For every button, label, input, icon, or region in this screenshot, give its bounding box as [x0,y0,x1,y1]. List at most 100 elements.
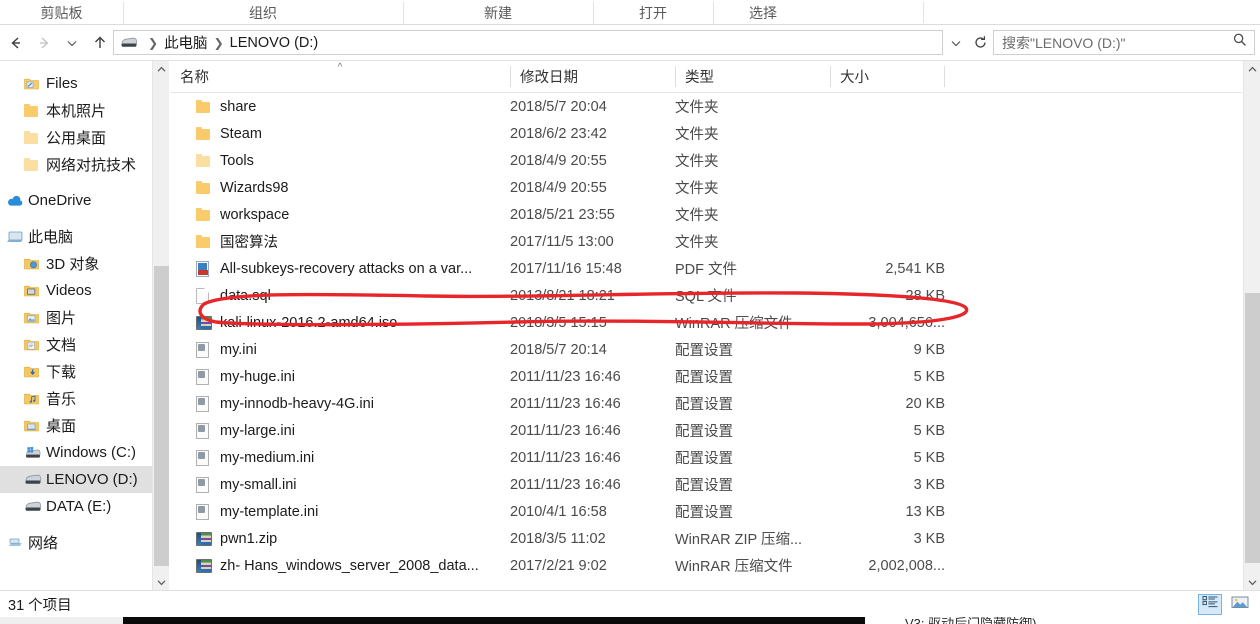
file-type: PDF 文件 [675,262,738,278]
back-button[interactable] [2,28,30,58]
address-dropdown-button[interactable] [944,31,968,55]
search-input[interactable] [1002,34,1232,51]
sidebar-item-local-photos[interactable]: 本机照片 [0,97,152,124]
table-row[interactable]: kali-linux-2016.2-amd64.iso 2018/3/5 15:… [170,309,1242,336]
ribbon-group-new[interactable]: 新建 [403,0,593,25]
sidebar-item-documents[interactable]: 文档 [0,331,152,358]
sidebar-item-lenovo-d[interactable]: LENOVO (D:) [0,466,152,493]
file-type: WinRAR 压缩文件 [675,316,793,332]
file-type: 配置设置 [675,343,733,359]
table-row[interactable]: Tools 2018/4/9 20:55 文件夹 [170,147,1242,174]
column-header-name[interactable]: 名称 ^ [170,61,510,92]
sidebar-item-this-pc[interactable]: 此电脑 [0,223,152,250]
table-row[interactable]: Wizards98 2018/4/9 20:55 文件夹 [170,174,1242,201]
file-name-cell: pwn1.zip [170,530,510,548]
file-explorer-window: 剪贴板 组织 新建 打开 选择 ❯ 此电脑 ❯ LENOVO (D:) 搜索"L… [0,0,1260,624]
ribbon-group-clipboard[interactable]: 剪贴板 [0,0,123,25]
status-bar: 31 个项目 [0,590,1260,617]
ribbon-divider [923,2,924,23]
navigation-pane-scrollbar[interactable] [152,61,169,591]
sidebar-item-onedrive[interactable]: OneDrive [0,187,152,214]
sidebar-item-files[interactable]: Files [0,70,152,97]
table-row[interactable]: workspace 2018/5/21 23:55 文件夹 [170,201,1242,228]
winrar-archive-icon [196,557,220,575]
scroll-up-icon[interactable] [153,61,170,78]
table-row[interactable]: data.sql 2013/8/21 18:21 SQL 文件 28 KB [170,282,1242,309]
up-button[interactable] [86,28,114,58]
file-size: 3,004,656... [868,314,945,331]
sidebar-item-public-desktop[interactable]: 公用桌面 [0,124,152,151]
breadcrumb-separator[interactable]: ❯ [214,36,224,50]
sidebar-item-videos[interactable]: Videos [0,277,152,304]
table-row[interactable]: my.ini 2018/5/7 20:14 配置设置 9 KB [170,336,1242,363]
sidebar-item-windows-c[interactable]: Windows (C:) [0,439,152,466]
search-icon[interactable] [1232,32,1248,53]
address-bar[interactable]: ❯ 此电脑 ❯ LENOVO (D:) [113,30,943,55]
file-name: workspace [220,206,290,223]
file-name-cell: Steam [170,125,510,143]
table-row[interactable]: my-large.ini 2011/11/23 16:46 配置设置 5 KB [170,417,1242,444]
column-header-date-modified[interactable]: 修改日期 [510,61,675,92]
sidebar-item-data-e[interactable]: DATA (E:) [0,493,152,520]
column-header-size[interactable]: 大小 [830,61,945,92]
ini-file-icon [196,503,220,521]
file-size: 2,541 KB [885,260,945,277]
table-row[interactable]: my-template.ini 2010/4/1 16:58 配置设置 13 K… [170,498,1242,525]
explorer-panes: Files 本机照片 公用桌面 网络对抗技术 OneDrive 此电脑 3D 对… [0,60,1260,591]
file-type: 配置设置 [675,505,733,521]
column-header-type[interactable]: 类型 [675,61,830,92]
breadcrumb-item-this-pc[interactable]: 此电脑 [164,32,208,53]
network-icon [6,534,28,552]
table-row[interactable]: my-medium.ini 2011/11/23 16:46 配置设置 5 KB [170,444,1242,471]
table-row[interactable]: my-innodb-heavy-4G.ini 2011/11/23 16:46 … [170,390,1242,417]
ribbon-group-select[interactable]: 选择 [713,0,813,25]
file-size: 9 KB [913,341,945,358]
file-date: 2018/3/5 15:15 [510,314,607,331]
file-list-scrollbar[interactable] [1243,61,1260,591]
file-size: 28 KB [905,287,946,304]
sidebar-item-downloads[interactable]: 下载 [0,358,152,385]
ribbon-group-strip: 剪贴板 组织 新建 打开 选择 [0,0,1260,25]
scroll-down-icon[interactable] [153,574,170,591]
sidebar-item-network-defense[interactable]: 网络对抗技术 [0,151,152,178]
search-box[interactable] [993,30,1255,55]
table-row[interactable]: Steam 2018/6/2 23:42 文件夹 [170,120,1242,147]
breadcrumb-item-lenovo-d[interactable]: LENOVO (D:) [230,35,319,51]
table-row[interactable]: All-subkeys-recovery attacks on a var...… [170,255,1242,282]
file-name-cell: my-huge.ini [170,368,510,386]
column-divider[interactable] [944,66,945,87]
file-type: 文件夹 [675,154,719,170]
ini-file-icon [196,476,220,494]
refresh-button[interactable] [968,31,992,55]
scrollbar-thumb[interactable] [1245,293,1260,563]
file-list-pane: 名称 ^ 修改日期 类型 大小 share 2018/5/7 20:04 文件夹… [170,61,1242,591]
sidebar-item-3d-objects[interactable]: 3D 对象 [0,250,152,277]
file-name: zh- Hans_windows_server_2008_data... [220,557,479,574]
scroll-down-icon[interactable] [1244,574,1260,591]
table-row[interactable]: my-small.ini 2011/11/23 16:46 配置设置 3 KB [170,471,1242,498]
sidebar-item-pictures[interactable]: 图片 [0,304,152,331]
file-date: 2018/4/9 20:55 [510,179,607,196]
sidebar-item-desktop[interactable]: 桌面 [0,412,152,439]
shortcut-folder-icon [24,75,46,93]
sidebar-item-label: DATA (E:) [46,498,112,515]
sidebar-item-music[interactable]: 音乐 [0,385,152,412]
table-row[interactable]: share 2018/5/7 20:04 文件夹 [170,93,1242,120]
ribbon-group-label: 剪贴板 [40,4,83,21]
music-icon [24,390,46,408]
table-row[interactable]: my-huge.ini 2011/11/23 16:46 配置设置 5 KB [170,363,1242,390]
table-row[interactable]: 国密算法 2017/11/5 13:00 文件夹 [170,228,1242,255]
sidebar-item-network[interactable]: 网络 [0,529,152,556]
large-icons-view-button[interactable] [1228,594,1252,615]
ribbon-group-open[interactable]: 打开 [593,0,713,25]
scroll-up-icon[interactable] [1244,61,1260,78]
details-view-button[interactable] [1198,594,1222,615]
file-name: my-huge.ini [220,368,295,385]
table-row[interactable]: pwn1.zip 2018/3/5 11:02 WinRAR ZIP 压缩...… [170,525,1242,552]
recent-locations-button[interactable] [58,28,86,58]
table-row[interactable]: zh- Hans_windows_server_2008_data... 201… [170,552,1242,579]
this-pc-icon [6,228,28,246]
scrollbar-thumb[interactable] [154,266,169,566]
ribbon-group-organize[interactable]: 组织 [123,0,403,25]
forward-button[interactable] [30,28,58,58]
